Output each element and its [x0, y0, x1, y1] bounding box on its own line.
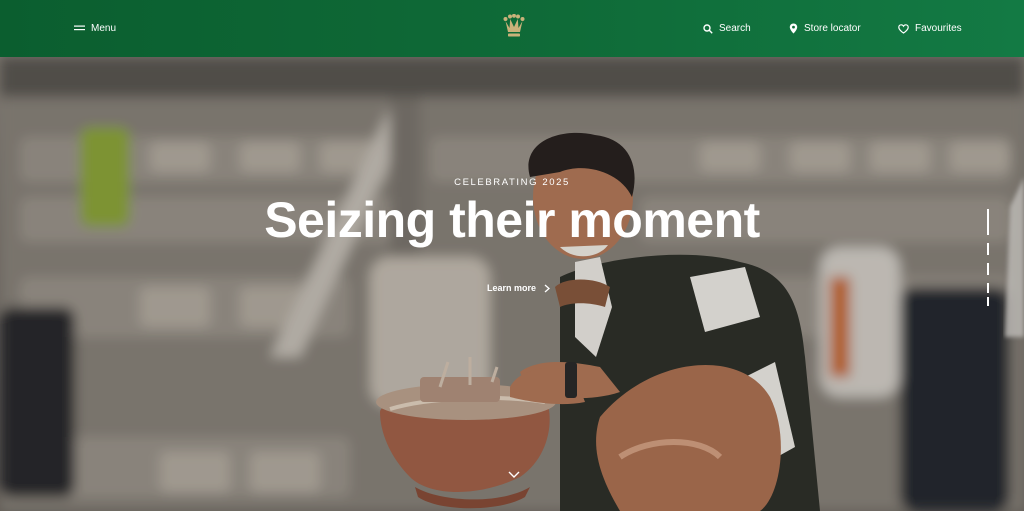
- location-pin-icon: [789, 23, 798, 34]
- hero-title: Seizing their moment: [264, 192, 760, 248]
- top-navigation-bar: Menu Search Store locator Favourites: [0, 0, 1024, 57]
- search-button[interactable]: Search: [703, 0, 751, 57]
- hero-eyebrow: CELEBRATING 2025: [454, 177, 570, 188]
- chevron-down-icon[interactable]: [508, 471, 520, 479]
- search-icon: [703, 23, 713, 34]
- menu-label: Menu: [91, 23, 117, 34]
- heart-icon: [898, 23, 909, 34]
- store-locator-label: Store locator: [804, 23, 861, 34]
- crown-logo-icon[interactable]: [503, 14, 525, 40]
- hero-banner: CELEBRATING 2025 Seizing their moment Le…: [0, 57, 1024, 511]
- menu-button[interactable]: Menu: [74, 0, 116, 57]
- favourites-label: Favourites: [915, 23, 962, 34]
- slide-progress-indicator[interactable]: [987, 209, 989, 306]
- learn-more-link[interactable]: Learn more: [487, 283, 551, 293]
- store-locator-button[interactable]: Store locator: [789, 0, 861, 57]
- hamburger-icon: [74, 25, 85, 30]
- search-label: Search: [719, 23, 751, 34]
- learn-more-label: Learn more: [487, 283, 537, 293]
- chevron-right-icon: [544, 284, 551, 292]
- favourites-button[interactable]: Favourites: [898, 0, 962, 57]
